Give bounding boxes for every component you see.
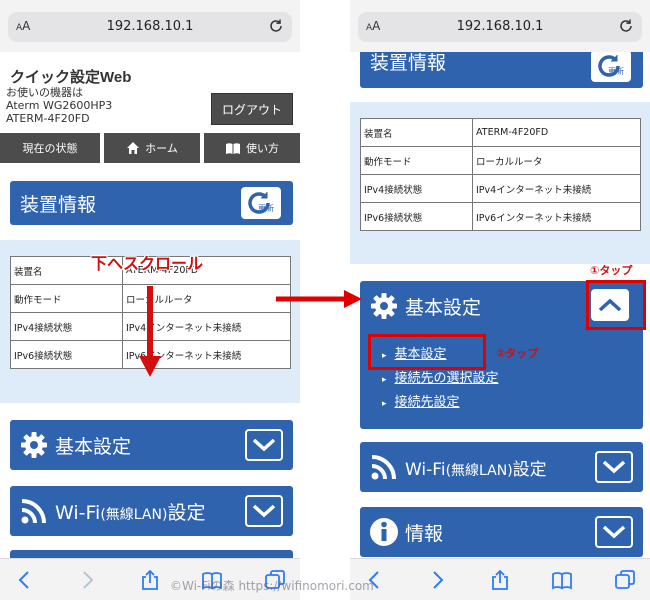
forward-icon[interactable] bbox=[76, 569, 98, 591]
nav-status-label: 現在の状態 bbox=[22, 142, 78, 155]
phone-screen-before-scroll: AA 192.168.10.1 クイック設定Web お使いの機器は Aterm … bbox=[0, 0, 300, 600]
share-icon[interactable] bbox=[139, 569, 161, 591]
info-title: 情報 bbox=[405, 522, 444, 545]
chevron-down-icon bbox=[252, 438, 276, 452]
update-label: 更新 bbox=[608, 66, 624, 76]
device-info-table: 装置名 ATERM-4F20FD 動作モード ローカルルータ IPv4接続状態 IPv… bbox=[360, 118, 641, 231]
gear-icon bbox=[21, 432, 47, 458]
table-row: 動作モード ローカルルータ bbox=[360, 146, 641, 175]
table-row: 装置名 ATERM-4F20FD bbox=[360, 118, 641, 147]
update-label: 更新 bbox=[258, 203, 274, 213]
comparison-stage: AA 192.168.10.1 クイック設定Web お使いの機器は Aterm … bbox=[0, 0, 650, 600]
scroll-down-annotation: 下へスクロール bbox=[91, 254, 204, 273]
nav-status-button[interactable]: 現在の状態 bbox=[0, 133, 100, 163]
wifi-settings-title: Wi-Fi(無線LAN)設定 bbox=[405, 459, 547, 480]
basic-settings-title: 基本設定 bbox=[55, 435, 132, 458]
chevron-down-icon bbox=[252, 504, 276, 518]
wifi-settings-title: Wi-Fi(無線LAN)設定 bbox=[55, 501, 206, 524]
browser-address-bar: AA 192.168.10.1 bbox=[0, 0, 300, 52]
forward-icon[interactable] bbox=[426, 569, 448, 591]
device-info-body: 装置名 ATERM-4F20FD 動作モード ローカルルータ IPv4接続状態 IPv… bbox=[350, 102, 650, 264]
logout-button[interactable]: ログアウト bbox=[211, 93, 293, 125]
basic-settings-title: 基本設定 bbox=[405, 296, 482, 319]
submenu-connection-settings[interactable]: 接続先設定 bbox=[382, 391, 499, 415]
right-arrow-icon bbox=[276, 290, 362, 308]
share-icon[interactable] bbox=[489, 569, 511, 591]
nav-home-label: ホーム bbox=[145, 142, 178, 155]
submenu-connection-select[interactable]: 接続先の選択設定 bbox=[382, 367, 499, 391]
down-arrow-icon bbox=[139, 286, 161, 377]
chevron-down-icon bbox=[602, 525, 626, 539]
highlight-submenu-basic bbox=[368, 334, 486, 370]
wifi-settings-panel[interactable]: Wi-Fi(無線LAN)設定 bbox=[360, 442, 643, 492]
wifi-settings-panel[interactable]: Wi-Fi(無線LAN)設定 bbox=[10, 486, 293, 536]
table-row: IPv6接続状態 IPv6インターネット未接続 bbox=[360, 202, 641, 231]
nav-howto-button[interactable]: 使い方 bbox=[204, 133, 300, 163]
nav-home-button[interactable]: ホーム bbox=[104, 133, 200, 163]
device-model: Aterm WG2600HP3 bbox=[6, 99, 113, 112]
device-label: お使いの機器は Aterm WG2600HP3 ATERM-4F20FD bbox=[6, 86, 112, 125]
expand-button[interactable] bbox=[245, 429, 283, 461]
device-id: ATERM-4F20FD bbox=[6, 112, 90, 125]
reload-icon[interactable] bbox=[268, 18, 284, 34]
device-prefix: お使いの機器は bbox=[6, 86, 83, 99]
wifi-icon bbox=[371, 455, 396, 480]
url-text: 192.168.10.1 bbox=[456, 19, 544, 34]
basic-settings-header[interactable]: 基本設定 bbox=[360, 291, 481, 321]
chevron-down-icon bbox=[602, 460, 626, 474]
wifi-icon bbox=[21, 499, 46, 524]
info-panel[interactable]: 情報 bbox=[360, 507, 643, 557]
table-row: IPv4接続状態 IPv4インターネット未接続 bbox=[360, 174, 641, 203]
update-button[interactable]: 更新 bbox=[591, 50, 631, 82]
browser-address-bar: AA 192.168.10.1 bbox=[350, 0, 650, 52]
url-field[interactable]: AA 192.168.10.1 bbox=[358, 12, 642, 42]
basic-settings-panel[interactable]: 基本設定 bbox=[10, 420, 293, 470]
expand-button[interactable] bbox=[595, 451, 633, 483]
tap-step-1-annotation: ①タップ bbox=[590, 264, 633, 277]
nav-howto-label: 使い方 bbox=[246, 142, 279, 155]
back-icon[interactable] bbox=[14, 569, 36, 591]
reload-icon[interactable] bbox=[618, 18, 634, 34]
highlight-collapse-button bbox=[586, 280, 646, 330]
tabs-icon[interactable] bbox=[614, 569, 636, 591]
info-icon bbox=[370, 518, 398, 546]
device-info-title: 装置情報 bbox=[20, 193, 97, 216]
bookmarks-icon[interactable] bbox=[551, 569, 573, 591]
phone-screen-after-scroll: AA 192.168.10.1 装置情報 更新 装置名 ATERM-4F20FD … bbox=[350, 0, 650, 600]
watermark: ©Wi-Fiの森 https://wifinomori.com bbox=[170, 579, 374, 593]
url-field[interactable]: AA 192.168.10.1 bbox=[8, 12, 292, 42]
url-text: 192.168.10.1 bbox=[106, 19, 194, 34]
book-icon bbox=[226, 142, 240, 154]
update-button[interactable]: 更新 bbox=[241, 187, 281, 219]
browser-toolbar bbox=[350, 558, 650, 600]
expand-button[interactable] bbox=[245, 495, 283, 527]
tap-step-2-annotation: ②タップ bbox=[496, 347, 539, 360]
app-title: クイック設定Web bbox=[10, 69, 132, 86]
device-info-panel-header[interactable]: 装置情報 更新 bbox=[10, 181, 293, 225]
gear-icon bbox=[371, 293, 397, 319]
expand-button[interactable] bbox=[595, 516, 633, 548]
home-icon bbox=[127, 142, 140, 154]
